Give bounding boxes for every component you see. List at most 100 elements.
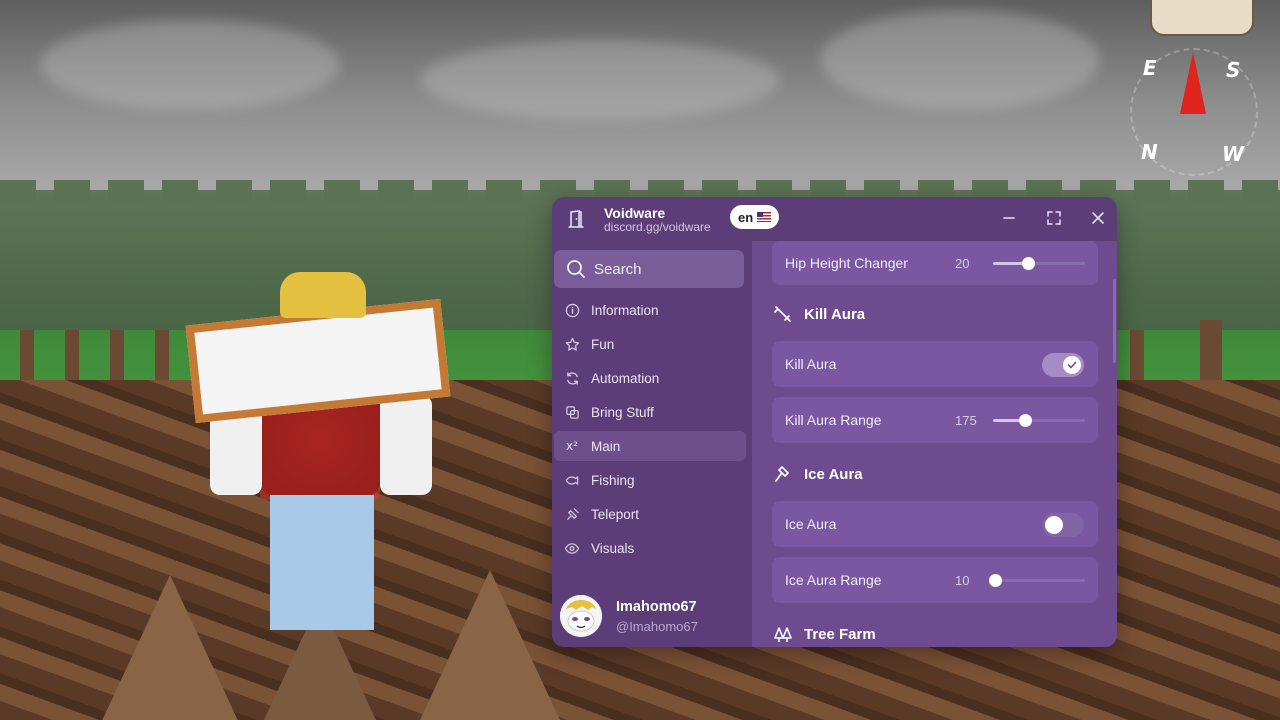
hip-height-slider[interactable] [993, 257, 1085, 270]
slider-label: Ice Aura Range [785, 572, 882, 588]
superscript-icon: x² [566, 439, 578, 453]
section-ice-aura: Ice Aura [772, 463, 863, 485]
wooden-spike [100, 575, 240, 720]
section-title: Kill Aura [804, 305, 866, 323]
toggle-knob [1045, 516, 1063, 534]
forest-crenel [1134, 180, 1170, 202]
user-profile[interactable]: Imahomo67 @Imahomo67 [552, 591, 752, 647]
fish-icon [564, 472, 580, 488]
forest-crenel [378, 180, 414, 202]
close-icon[interactable] [1087, 207, 1109, 229]
info-icon [564, 302, 580, 318]
forest-crenel [1242, 180, 1278, 202]
eye-icon [564, 540, 580, 556]
sidebar-nav: Information Fun Automation Bring Stuff x… [552, 295, 752, 583]
door-icon [566, 209, 584, 228]
sidebar-item-main[interactable]: x² Main [554, 431, 746, 461]
forest-crenel [324, 180, 360, 202]
app-subtitle: discord.gg/voidware [604, 220, 711, 234]
section-kill-aura: Kill Aura [772, 303, 865, 325]
sidebar-item-label: Main [591, 438, 621, 454]
ice-aura-range-slider[interactable] [988, 574, 1085, 587]
sword-icon [772, 303, 794, 325]
forest-crenel [486, 180, 522, 202]
forest-crenel [108, 180, 144, 202]
forest-crenel [1188, 180, 1224, 202]
forest-crenel [270, 180, 306, 202]
slider-value: 10 [955, 573, 970, 588]
sidebar-item-label: Fun [591, 336, 615, 352]
ice-aura-toggle-card[interactable]: Ice Aura [772, 501, 1098, 547]
maximize-icon[interactable] [1043, 207, 1065, 229]
cloud [820, 10, 1100, 110]
slider-knob[interactable] [1019, 414, 1033, 427]
trees-icon [772, 623, 794, 645]
language-selector[interactable]: en [730, 205, 780, 229]
main-content: Hip Height Changer 20 Kill Aura Kill Aur… [752, 241, 1117, 647]
forest-crenel [432, 180, 468, 202]
check-icon [1063, 356, 1081, 374]
language-code: en [738, 209, 754, 225]
compass-east: E [1143, 56, 1157, 80]
toggle-label: Kill Aura [785, 356, 837, 372]
voidware-window[interactable]: Voidware discord.gg/voidware en Search I… [552, 197, 1117, 647]
section-title: Tree Farm [804, 625, 876, 643]
avatar-left-leg [270, 495, 322, 630]
kill-aura-toggle[interactable] [1042, 353, 1084, 377]
sidebar-item-bring-stuff[interactable]: Bring Stuff [554, 397, 746, 427]
search-icon [566, 259, 586, 279]
hammer-icon [772, 463, 794, 485]
us-flag-icon [757, 212, 772, 222]
section-title: Ice Aura [804, 465, 863, 483]
kill-aura-range-slider[interactable] [993, 414, 1085, 427]
wooden-spike [420, 570, 560, 720]
sidebar-item-label: Visuals [591, 540, 635, 556]
star-icon [564, 336, 580, 352]
forest-crenel [0, 180, 36, 202]
cloud [420, 40, 780, 120]
title-bar[interactable]: Voidware discord.gg/voidware en [552, 197, 1117, 241]
app-title: Voidware [604, 205, 666, 221]
kill-aura-toggle-card[interactable]: Kill Aura [772, 341, 1098, 387]
sidebar-item-label: Teleport [591, 506, 640, 522]
compass-north: N [1141, 140, 1158, 164]
avatar-right-leg [322, 495, 374, 630]
sidebar-item-label: Fishing [591, 472, 635, 488]
compass-west: W [1222, 142, 1245, 166]
sidebar-item-teleport[interactable]: Teleport [554, 499, 746, 529]
user-handle: @Imahomo67 [616, 619, 698, 634]
hip-height-slider-card: Hip Height Changer 20 [772, 241, 1098, 285]
forest-crenel [216, 180, 252, 202]
sidebar-item-label: Information [591, 302, 659, 318]
sidebar-item-fun[interactable]: Fun [554, 329, 746, 359]
compass-needle [1180, 52, 1206, 114]
refresh-icon [564, 370, 580, 386]
sidebar-item-label: Automation [591, 370, 660, 386]
slider-knob[interactable] [988, 574, 1002, 587]
avatar-right-arm [380, 395, 432, 495]
sidebar-item-information[interactable]: Information [554, 295, 746, 325]
search-label: Search [594, 260, 642, 278]
sidebar-item-automation[interactable]: Automation [554, 363, 746, 393]
copy-icon [564, 404, 580, 420]
sidebar-item-visuals[interactable]: Visuals [554, 533, 746, 563]
toggle-label: Ice Aura [785, 516, 837, 532]
avatar-hair [280, 272, 366, 318]
sidebar-item-label: Bring Stuff [591, 404, 654, 420]
cloud [40, 20, 340, 110]
minimize-icon[interactable] [998, 207, 1020, 229]
search-box[interactable]: Search [554, 250, 744, 288]
satellite-icon [564, 506, 580, 522]
ice-aura-range-card: Ice Aura Range 10 [772, 557, 1098, 603]
avatar [560, 595, 602, 637]
slider-value: 175 [955, 413, 977, 428]
compass-south: S [1226, 58, 1241, 82]
forest-crenel [162, 180, 198, 202]
ice-aura-toggle[interactable] [1042, 513, 1084, 537]
scrollbar[interactable] [1113, 279, 1116, 363]
sidebar-item-fishing[interactable]: Fishing [554, 465, 746, 495]
map-scroll-icon[interactable] [1150, 0, 1254, 36]
kill-aura-range-card: Kill Aura Range 175 [772, 397, 1098, 443]
slider-knob[interactable] [1021, 257, 1035, 270]
slider-value: 20 [955, 256, 970, 271]
